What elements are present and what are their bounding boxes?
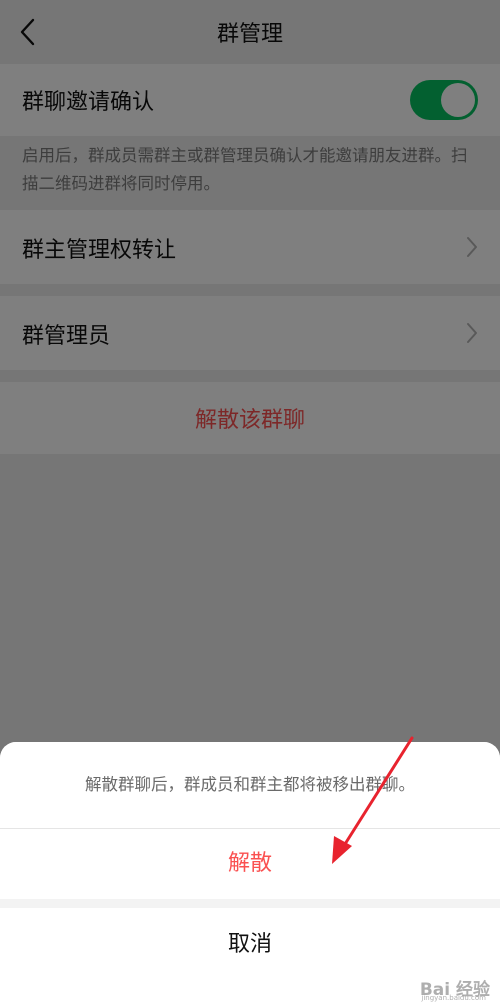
action-sheet-tip: 解散群聊后，群成员和群主都将被移出群聊。 [0, 742, 500, 829]
action-sheet: 解散群聊后，群成员和群主都将被移出群聊。 解散 取消 [0, 742, 500, 1004]
watermark-url: jingyan.baidu.com [421, 994, 486, 1002]
watermark-logo: Bai 经验 jingyan.baidu.com [420, 975, 490, 1002]
confirm-dismiss-button[interactable]: 解散 [0, 829, 500, 899]
